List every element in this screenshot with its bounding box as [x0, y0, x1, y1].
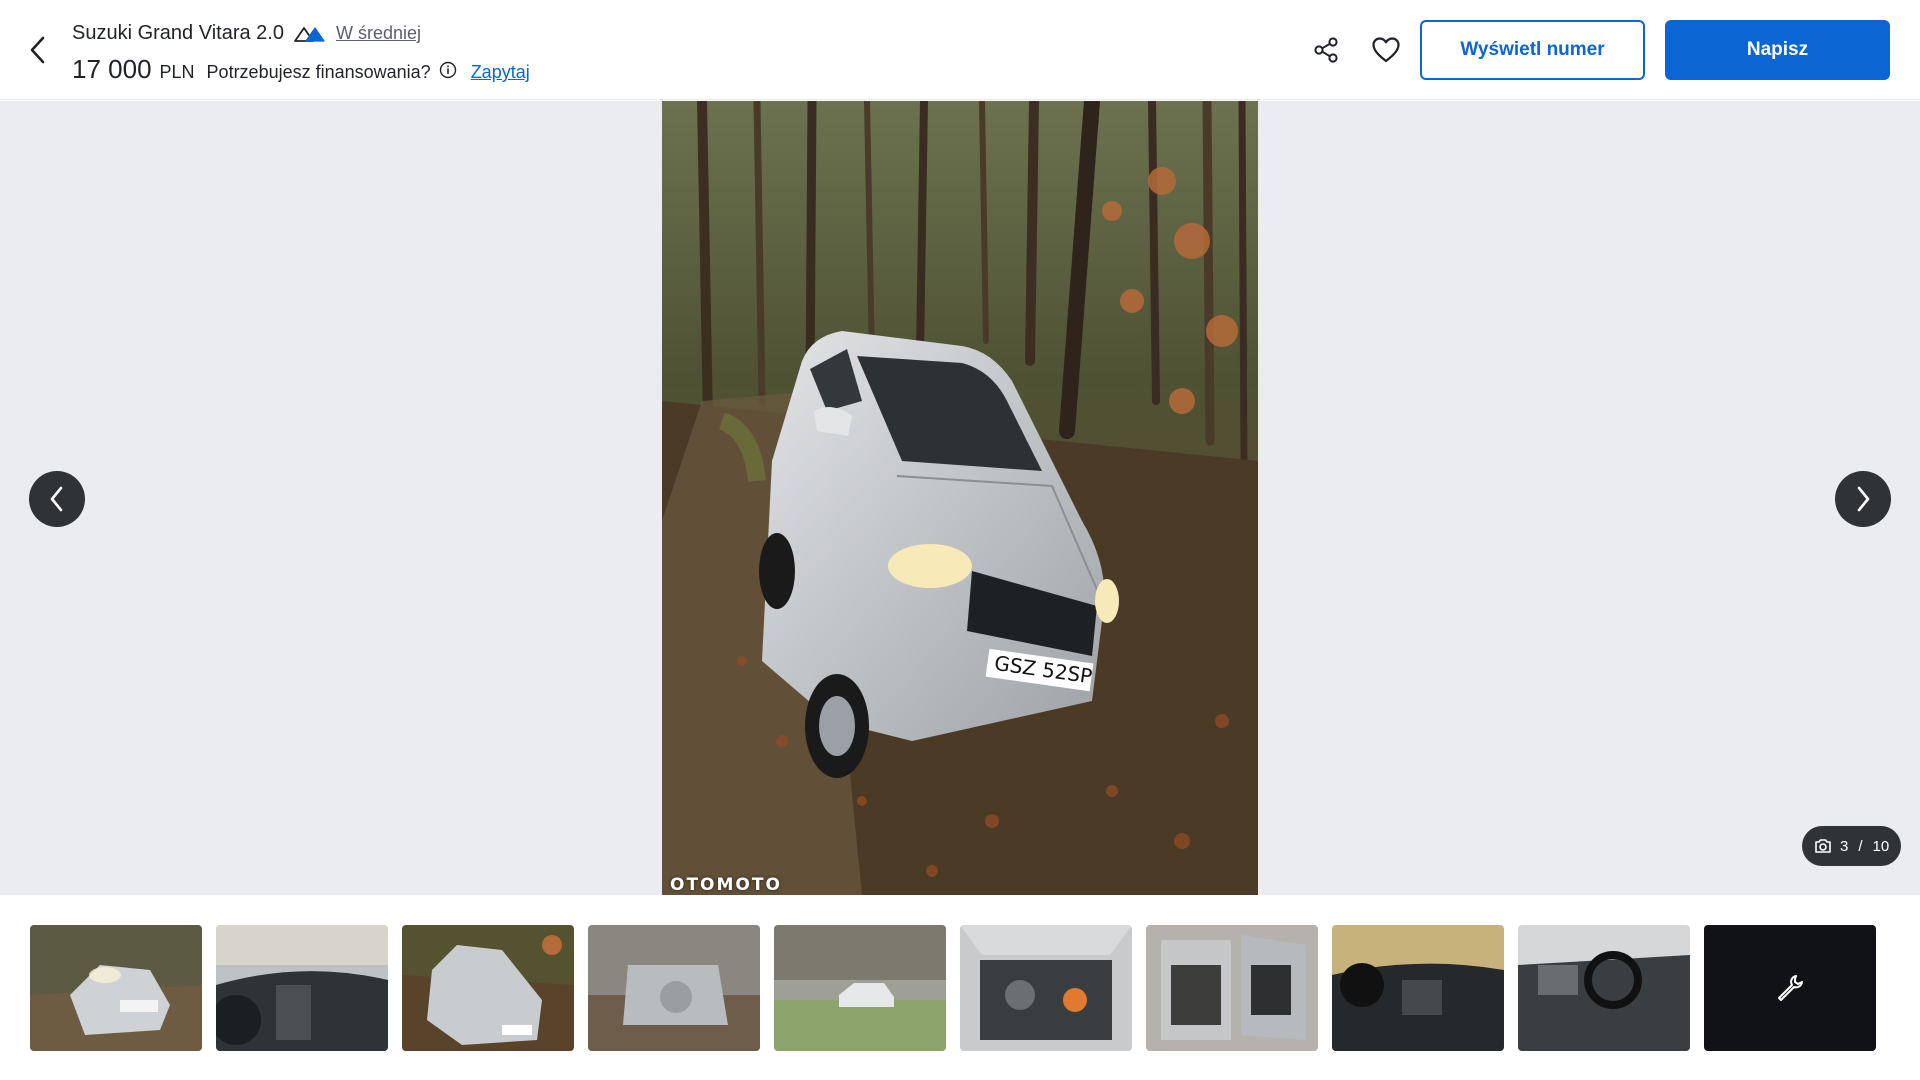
- thumbnail-image: [1332, 925, 1504, 1051]
- previous-photo-button[interactable]: [29, 471, 85, 527]
- otomoto-watermark: OTOMOTO: [670, 875, 782, 895]
- thumbnail-8[interactable]: [1332, 925, 1504, 1051]
- finance-ask-link[interactable]: Zapytaj: [471, 62, 530, 83]
- photo-counter: 3/10: [1802, 826, 1902, 866]
- thumbnail-image: [216, 925, 388, 1051]
- thumbnail-5[interactable]: [774, 925, 946, 1051]
- favorite-button[interactable]: [1366, 30, 1406, 70]
- camera-icon: [1815, 839, 1831, 853]
- thumbnail-image: [1518, 925, 1690, 1051]
- price-row: 17 000 PLN Potrzebujesz finansowania? Za…: [72, 54, 530, 85]
- thumbnail-7[interactable]: [1146, 925, 1318, 1051]
- photo-gallery: GSZ 52SP OTOMOTO 3/10: [0, 101, 1920, 895]
- info-icon[interactable]: [439, 61, 457, 79]
- thumbnail-2[interactable]: [216, 925, 388, 1051]
- show-number-button[interactable]: Wyświetl numer: [1420, 20, 1645, 80]
- wrench-icon: [1778, 975, 1803, 1001]
- thumbnail-more[interactable]: [1704, 925, 1876, 1051]
- share-button[interactable]: [1306, 30, 1346, 70]
- photo-counter-current: 3: [1840, 837, 1849, 855]
- thumbnail-image: [774, 925, 946, 1051]
- next-photo-button[interactable]: [1835, 471, 1891, 527]
- thumbnail-strip: [0, 895, 1920, 1080]
- price-rating-link[interactable]: W średniej: [336, 23, 421, 44]
- rating-mountain-icon: [294, 26, 325, 42]
- listing-title: Suzuki Grand Vitara 2.0: [72, 22, 284, 44]
- thumbnail-image: [588, 925, 760, 1051]
- back-button[interactable]: [20, 28, 56, 72]
- finance-question: Potrzebujesz finansowania?: [206, 62, 431, 82]
- write-message-button[interactable]: Napisz: [1665, 20, 1890, 80]
- price-amount: 17 000: [72, 54, 152, 84]
- header: Suzuki Grand Vitara 2.0 W średniej 17 00…: [0, 0, 1920, 100]
- thumbnail-3[interactable]: [402, 925, 574, 1051]
- thumbnail-6[interactable]: [960, 925, 1132, 1051]
- thumbnail-image: [402, 925, 574, 1051]
- price-currency: PLN: [159, 62, 195, 82]
- photo-counter-total: 10: [1872, 837, 1890, 855]
- heart-icon: [1372, 37, 1400, 63]
- chevron-left-icon: [50, 486, 63, 512]
- thumbnail-image: [960, 925, 1132, 1051]
- thumbnail-1[interactable]: [30, 925, 202, 1051]
- thumbnail-9[interactable]: [1518, 925, 1690, 1051]
- listing-title-row: Suzuki Grand Vitara 2.0 W średniej: [72, 22, 421, 45]
- chevron-right-icon: [1857, 486, 1870, 512]
- thumbnail-image: [1146, 925, 1318, 1051]
- share-icon: [1314, 37, 1338, 63]
- thumbnail-image: [30, 925, 202, 1051]
- main-photo[interactable]: GSZ 52SP OTOMOTO: [662, 101, 1258, 895]
- thumbnail-4[interactable]: [588, 925, 760, 1051]
- back-arrow-icon: [30, 36, 45, 64]
- car-photo-image: GSZ 52SP: [662, 101, 1258, 895]
